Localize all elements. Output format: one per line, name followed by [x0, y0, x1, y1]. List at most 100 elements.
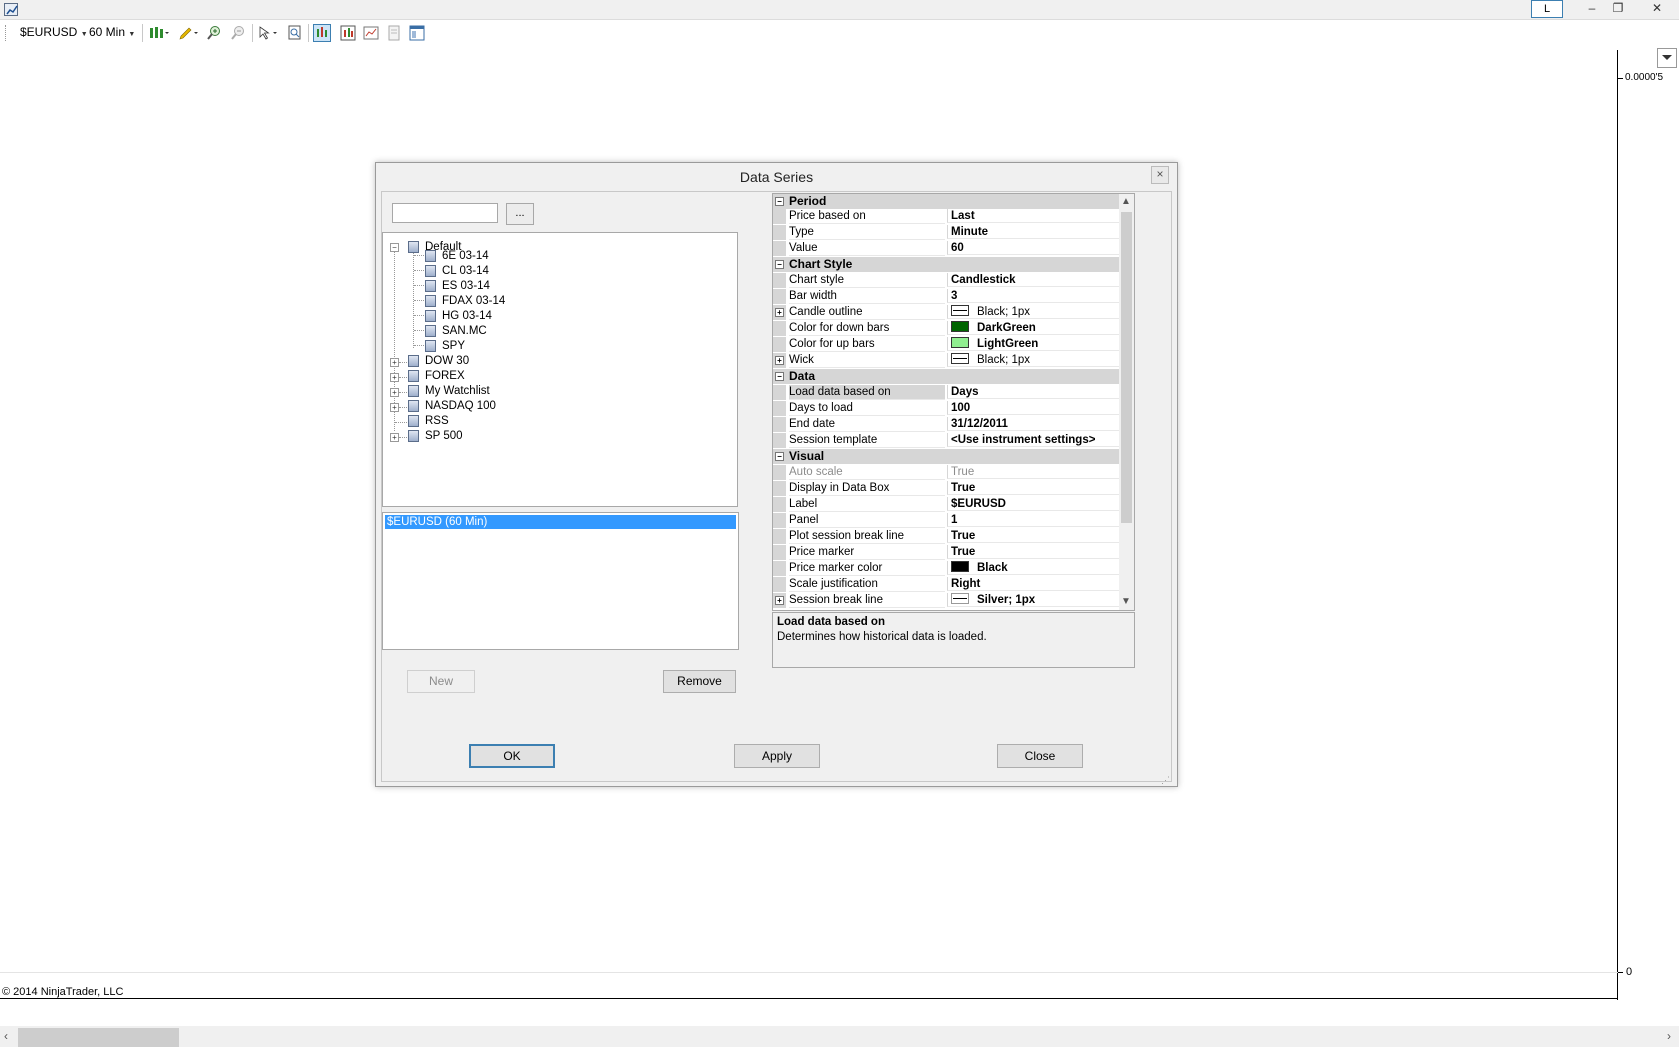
ok-button[interactable]: OK	[469, 744, 555, 768]
property-value[interactable]: True	[947, 481, 1119, 495]
property-row[interactable]: Color for down bars DarkGreen	[773, 321, 1119, 336]
tree-item-list[interactable]: SP 500	[425, 428, 463, 444]
property-row[interactable]: Scale justification Right	[773, 577, 1119, 592]
property-value[interactable]: 60	[947, 241, 1119, 255]
property-value[interactable]: Last	[947, 209, 1119, 223]
property-row[interactable]: Type Minute	[773, 225, 1119, 240]
instrument-list-tree[interactable]: − Default 6E 03-14 CL 03-14 ES 03-14 FDA…	[382, 232, 738, 507]
tree-item-list[interactable]: FOREX	[425, 368, 465, 384]
property-value[interactable]: 100	[947, 401, 1119, 415]
user-indicator[interactable]: L	[1531, 0, 1563, 18]
expand-icon[interactable]: +	[775, 308, 784, 317]
app-chart-icon[interactable]	[4, 3, 18, 16]
tree-item-instrument[interactable]: SPY	[442, 338, 465, 354]
chart-dropdown-button[interactable]	[1657, 48, 1677, 68]
property-row[interactable]: Chart style Candlestick	[773, 273, 1119, 288]
tree-item-list[interactable]: RSS	[425, 413, 449, 429]
tree-item-list[interactable]: NASDAQ 100	[425, 398, 496, 414]
property-row[interactable]: Price marker True	[773, 545, 1119, 560]
property-row[interactable]: Price marker color Black	[773, 561, 1119, 576]
property-value[interactable]: Black; 1px	[947, 353, 1119, 367]
data-box-icon[interactable]	[287, 25, 303, 41]
instrument-selector[interactable]: $EURUSD ▼	[20, 25, 88, 39]
scrollbar-thumb[interactable]	[1121, 212, 1132, 523]
property-row[interactable]: Price based on Last	[773, 209, 1119, 224]
property-value[interactable]: Right	[947, 577, 1119, 591]
collapse-icon[interactable]: −	[390, 243, 399, 252]
property-grid[interactable]: − Period Price based on Last Type Minute V…	[772, 193, 1135, 611]
indicators-icon[interactable]	[340, 25, 356, 41]
property-row[interactable]: Display in Data Box True	[773, 481, 1119, 496]
apply-button[interactable]: Apply	[734, 744, 820, 768]
property-value[interactable]: DarkGreen	[947, 321, 1119, 335]
property-row[interactable]: Color for up bars LightGreen	[773, 337, 1119, 352]
expand-icon[interactable]: +	[390, 358, 399, 367]
window-close-button[interactable]: ✕	[1643, 0, 1671, 18]
property-value[interactable]: Days	[947, 385, 1119, 399]
tree-item-list[interactable]: DOW 30	[425, 353, 469, 369]
property-value[interactable]: True	[947, 545, 1119, 559]
tree-item-instrument[interactable]: ES 03-14	[442, 278, 490, 294]
dialog-close-button[interactable]: ×	[1151, 166, 1169, 184]
horizontal-scrollbar[interactable]	[0, 1026, 1679, 1047]
data-series-list[interactable]: $EURUSD (60 Min)	[382, 512, 739, 650]
data-series-icon[interactable]	[313, 24, 331, 42]
tree-item-list[interactable]: My Watchlist	[425, 383, 490, 399]
collapse-icon[interactable]: −	[775, 260, 784, 269]
instrument-browse-button[interactable]: ...	[506, 203, 534, 225]
property-value[interactable]: Black; 1px	[947, 305, 1119, 319]
collapse-icon[interactable]: −	[775, 452, 784, 461]
drawing-tool-icon[interactable]	[178, 25, 198, 41]
property-row[interactable]: + Candle outline Black; 1px	[773, 305, 1119, 320]
restore-button[interactable]: ❐	[1604, 0, 1632, 18]
property-value[interactable]: Black	[947, 561, 1119, 575]
property-value[interactable]: 31/12/2011	[947, 417, 1119, 431]
expand-icon[interactable]: +	[390, 373, 399, 382]
interval-selector[interactable]: 60 Min ▼	[89, 25, 135, 39]
resize-grip-icon[interactable]: ⋰	[1161, 775, 1171, 785]
expand-icon[interactable]: +	[775, 356, 784, 365]
chart-style-icon[interactable]	[148, 25, 169, 41]
property-row[interactable]: Load data based on Days	[773, 385, 1119, 400]
scroll-left-icon[interactable]: ‹	[4, 1029, 8, 1043]
instrument-search-input[interactable]	[392, 203, 498, 223]
minimize-button[interactable]: –	[1578, 0, 1606, 18]
collapse-icon[interactable]: −	[775, 372, 784, 381]
scrollbar-thumb[interactable]	[18, 1028, 179, 1047]
chart-layout-icon[interactable]	[409, 25, 425, 41]
property-value[interactable]: <Use instrument settings>	[947, 433, 1119, 447]
property-row[interactable]: Panel 1	[773, 513, 1119, 528]
property-row[interactable]: Days to load 100	[773, 401, 1119, 416]
zoom-out-icon[interactable]	[230, 25, 246, 41]
property-row[interactable]: Bar width 3	[773, 289, 1119, 304]
property-row[interactable]: + Wick Black; 1px	[773, 353, 1119, 368]
property-value[interactable]: $EURUSD	[947, 497, 1119, 511]
scroll-up-icon[interactable]: ▲	[1121, 196, 1131, 207]
remove-button[interactable]: Remove	[663, 670, 736, 693]
zoom-in-icon[interactable]	[206, 25, 222, 41]
category-period[interactable]: − Period	[773, 194, 1119, 209]
expand-icon[interactable]: +	[390, 388, 399, 397]
property-row[interactable]: End date 31/12/2011	[773, 417, 1119, 432]
property-value[interactable]: Minute	[947, 225, 1119, 239]
property-value[interactable]: Candlestick	[947, 273, 1119, 287]
tree-item-instrument[interactable]: CL 03-14	[442, 263, 489, 279]
new-button[interactable]: New	[407, 670, 475, 693]
property-value[interactable]: Silver; 1px	[947, 593, 1119, 607]
pointer-tool-icon[interactable]	[258, 25, 277, 41]
category-chart-style[interactable]: − Chart Style	[773, 257, 1119, 272]
property-value[interactable]: 3	[947, 289, 1119, 303]
property-row[interactable]: Session template <Use instrument settings…	[773, 433, 1119, 448]
tree-item-instrument[interactable]: SAN.MC	[442, 323, 487, 339]
property-row[interactable]: Value 60	[773, 241, 1119, 256]
property-row[interactable]: Auto scale True	[773, 465, 1119, 480]
scroll-down-icon[interactable]: ▼	[1121, 596, 1131, 607]
property-value[interactable]: True	[947, 465, 1119, 479]
list-item[interactable]: $EURUSD (60 Min)	[385, 515, 736, 529]
property-row[interactable]: + Session break line Silver; 1px	[773, 593, 1119, 608]
collapse-icon[interactable]: −	[775, 197, 784, 206]
expand-icon[interactable]: +	[390, 433, 399, 442]
properties-icon[interactable]	[386, 25, 402, 41]
property-row[interactable]: Plot session break line True	[773, 529, 1119, 544]
price-axis[interactable]	[1617, 50, 1618, 1000]
